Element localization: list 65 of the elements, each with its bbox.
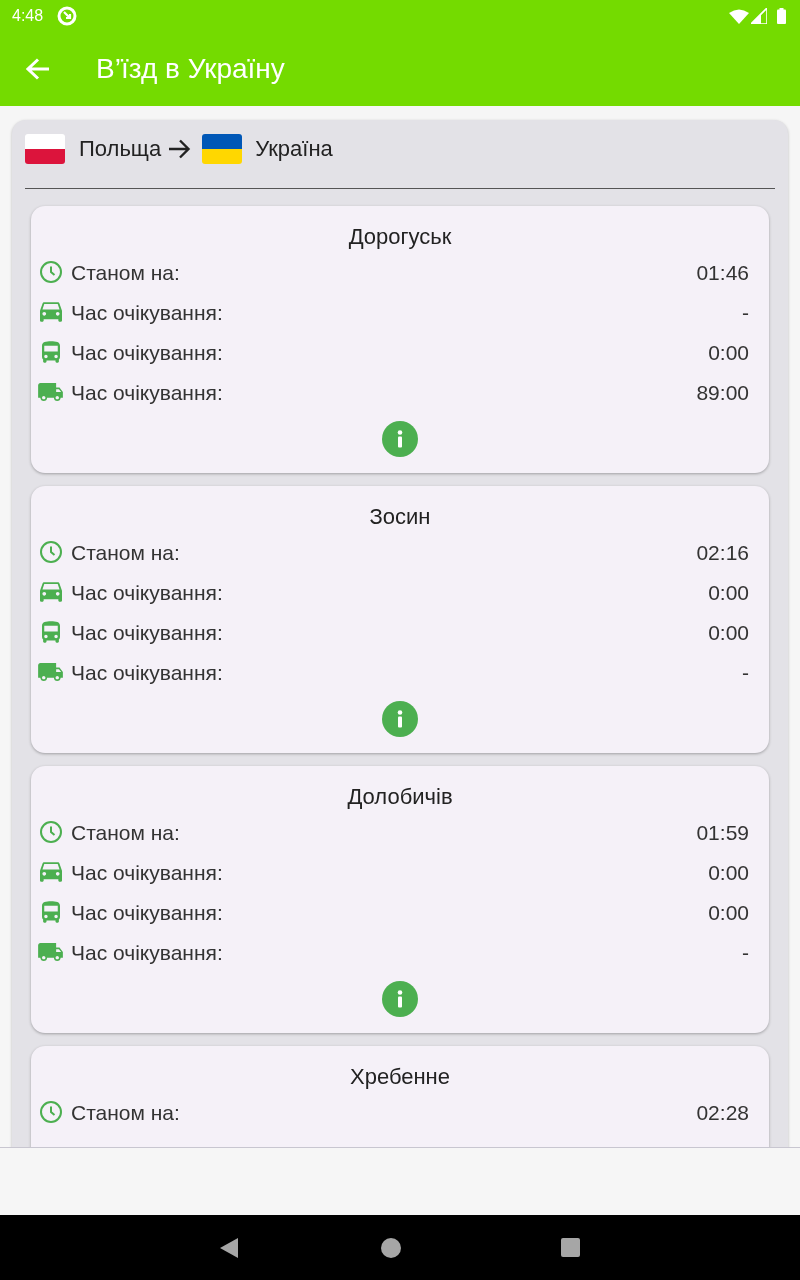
row-value: 01:46 bbox=[696, 261, 749, 283]
row-value: 0:00 bbox=[708, 621, 749, 643]
destination-country: Україна bbox=[255, 138, 333, 160]
row-value: 89:00 bbox=[696, 381, 749, 403]
row-label: Станом на: bbox=[71, 541, 180, 563]
checkpoint-name: Дорогуськ bbox=[348, 223, 452, 251]
notification-icon bbox=[57, 6, 78, 26]
battery-icon bbox=[777, 8, 786, 24]
back-icon[interactable] bbox=[220, 1237, 238, 1258]
row-label: Станом на: bbox=[71, 821, 180, 843]
car-icon bbox=[39, 302, 62, 322]
recents-icon[interactable] bbox=[561, 1238, 580, 1257]
info-button[interactable] bbox=[382, 701, 418, 737]
row-value: 01:59 bbox=[696, 821, 749, 843]
origin-country: Польща bbox=[79, 138, 162, 160]
row-label: Час очікування: bbox=[71, 581, 223, 603]
clock-icon bbox=[39, 1101, 62, 1123]
row-label: Час очікування: bbox=[71, 861, 223, 883]
row-value: 02:16 bbox=[696, 541, 749, 563]
arrow-right-icon bbox=[169, 139, 192, 159]
info-icon bbox=[382, 701, 418, 737]
back-button[interactable] bbox=[26, 58, 50, 80]
row-value: 0:00 bbox=[708, 901, 749, 923]
info-icon bbox=[382, 981, 418, 1017]
truck-icon bbox=[38, 383, 63, 401]
arrow-left-icon bbox=[26, 58, 50, 80]
clock-icon bbox=[39, 541, 62, 563]
flag-icon bbox=[202, 134, 243, 164]
row-value: 0:00 bbox=[708, 341, 749, 363]
clock-icon bbox=[39, 261, 62, 283]
row-label: Станом на: bbox=[71, 261, 180, 283]
row-label: Станом на: bbox=[71, 1101, 180, 1123]
bus-icon bbox=[41, 621, 60, 643]
info-button[interactable] bbox=[382, 421, 418, 457]
flag-icon bbox=[25, 134, 65, 164]
signal-icon bbox=[751, 8, 767, 24]
info-button[interactable] bbox=[382, 981, 418, 1017]
car-icon bbox=[39, 582, 62, 602]
status-time: 4:48 bbox=[12, 8, 44, 24]
screen-title: В’їзд в Україну bbox=[96, 55, 285, 83]
row-value: 0:00 bbox=[708, 581, 749, 603]
info-icon bbox=[382, 421, 418, 457]
row-label: Час очікування: bbox=[71, 301, 223, 323]
truck-icon bbox=[38, 663, 63, 681]
bus-icon bbox=[41, 341, 60, 363]
clock-icon bbox=[39, 821, 62, 843]
row-value: - bbox=[742, 941, 749, 963]
wifi-icon bbox=[729, 8, 749, 24]
checkpoint-name: Долобичів bbox=[347, 783, 453, 811]
row-label: Час очікування: bbox=[71, 941, 223, 963]
row-value: - bbox=[742, 301, 749, 323]
home-icon[interactable] bbox=[381, 1237, 401, 1258]
row-label: Час очікування: bbox=[71, 621, 223, 643]
row-value: 02:28 bbox=[696, 1101, 749, 1123]
bus-icon bbox=[41, 901, 60, 923]
checkpoint-name: Хребенне bbox=[350, 1063, 450, 1091]
row-label: Час очікування: bbox=[71, 901, 223, 923]
row-label: Час очікування: bbox=[71, 341, 223, 363]
row-value: 0:00 bbox=[708, 861, 749, 883]
car-icon bbox=[39, 862, 62, 882]
truck-icon bbox=[38, 943, 63, 961]
row-label: Час очікування: bbox=[71, 381, 223, 403]
row-value: - bbox=[742, 661, 749, 683]
row-label: Час очікування: bbox=[71, 661, 223, 683]
checkpoint-name: Зосин bbox=[369, 503, 431, 531]
